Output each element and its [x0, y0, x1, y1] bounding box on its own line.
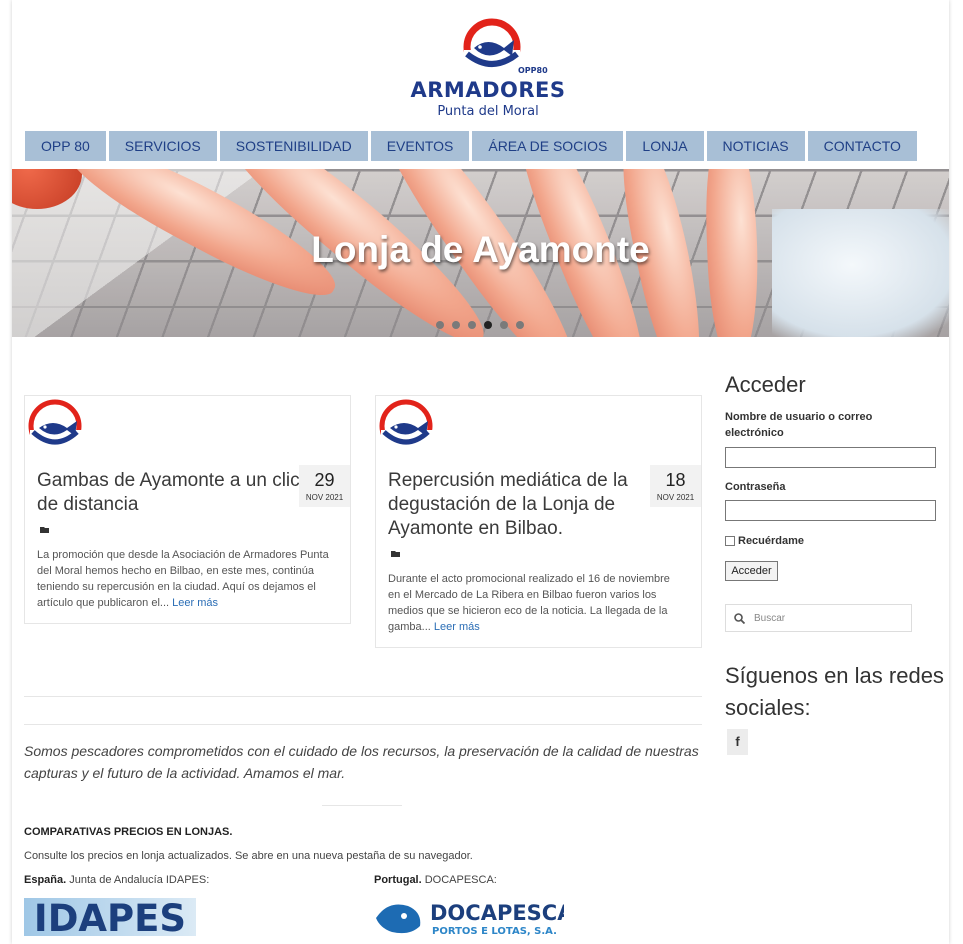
- username-label-line: electrónico: [725, 427, 784, 439]
- idapes-logo-text: IDAPES: [34, 898, 186, 936]
- post-excerpt-line: teniendo su repercusión en la ciudad. Aq…: [37, 581, 316, 593]
- post-date-month: NOV 2021: [656, 493, 695, 502]
- post-excerpt-text: artículo que publicaron el...: [37, 597, 170, 609]
- nav-item-noticias[interactable]: NOTICIAS: [706, 131, 805, 161]
- post-card: Gambas de Ayamonte a un clic de distanci…: [24, 395, 351, 624]
- password-label: Contraseña: [725, 481, 786, 493]
- logo-sub-text: Punta del Moral: [437, 104, 539, 119]
- slider-dot[interactable]: [500, 321, 508, 329]
- nav-item-opp80[interactable]: OPP 80: [25, 131, 106, 161]
- nav-item-eventos[interactable]: EVENTOS: [370, 131, 470, 161]
- social-title: Síguenos en las redes sociales:: [725, 660, 944, 724]
- divider: [24, 724, 702, 725]
- post-date: 18 NOV 2021: [650, 465, 701, 507]
- post-title-line[interactable]: Repercusión mediática de la: [388, 469, 628, 493]
- portugal-source-label: Portugal. DOCAPESCA:: [374, 874, 497, 886]
- post-card: Repercusión mediática de la degustación …: [375, 395, 702, 648]
- nav-item-area-socios[interactable]: ÁREA DE SOCIOS: [472, 131, 624, 161]
- remember-me[interactable]: Recuérdame: [725, 535, 804, 547]
- tagline-line: capturas y el futuro de la actividad. Am…: [24, 765, 346, 781]
- search-placeholder: Buscar: [754, 613, 786, 624]
- post-title-line[interactable]: de distancia: [37, 493, 300, 517]
- login-button[interactable]: Acceder: [725, 561, 778, 581]
- nav-item-servicios[interactable]: SERVICIOS: [108, 131, 217, 161]
- remember-label: Recuérdame: [738, 535, 805, 547]
- post-date-day: 29: [314, 470, 335, 490]
- tagline-line: Somos pescadores comprometidos con el cu…: [24, 743, 699, 759]
- post-title[interactable]: Repercusión mediática de la degustación …: [388, 469, 628, 541]
- post-title-line[interactable]: Gambas de Ayamonte a un clic: [37, 469, 300, 493]
- slider-dot[interactable]: [468, 321, 476, 329]
- nav-item-lonja[interactable]: LONJA: [626, 131, 704, 161]
- slider-dot[interactable]: [452, 321, 460, 329]
- folder-icon: [391, 551, 400, 557]
- docapesca-sub-text: PORTOS E LOTAS, S.A.: [432, 926, 557, 937]
- logo-opp-text: OPP80: [518, 66, 548, 75]
- docapesca-logo[interactable]: DOCAPESCA PORTOS E LOTAS, S.A.: [374, 898, 564, 938]
- post-excerpt-line: La promoción que desde la Asociación de …: [37, 549, 329, 561]
- social-title-line: sociales:: [725, 695, 811, 720]
- hero-slider[interactable]: Lonja de Ayamonte: [12, 169, 949, 337]
- spain-source-label: España. Junta de Andalucía IDAPES:: [24, 874, 209, 886]
- spain-label-bold: España.: [24, 874, 67, 886]
- post-excerpt-text: gamba...: [388, 621, 431, 633]
- facebook-icon[interactable]: f: [727, 729, 748, 755]
- nav-item-sostenibilidad[interactable]: SOSTENIBILIDAD: [219, 131, 368, 161]
- slider-dot[interactable]: [436, 321, 444, 329]
- remember-checkbox[interactable]: [725, 536, 735, 546]
- post-excerpt: La promoción que desde la Asociación de …: [37, 547, 329, 611]
- login-title: Acceder: [725, 372, 806, 397]
- spain-label-rest: Junta de Andalucía IDAPES:: [66, 874, 210, 886]
- post-thumbnail-logo-icon[interactable]: [378, 398, 436, 456]
- portugal-label-bold: Portugal.: [374, 874, 422, 886]
- comparativas-heading: COMPARATIVAS PRECIOS EN LONJAS.: [24, 826, 233, 838]
- post-date: 29 NOV 2021: [299, 465, 350, 507]
- search-input[interactable]: Buscar: [725, 604, 912, 632]
- divider-short: [322, 805, 402, 806]
- post-title-line[interactable]: Ayamonte en Bilbao.: [388, 517, 628, 541]
- post-excerpt-line: del Moral hemos hecho en Bilbao, en este…: [37, 565, 314, 577]
- username-label-line: Nombre de usuario o correo: [725, 411, 873, 423]
- slider-title: Lonja de Ayamonte: [311, 229, 650, 270]
- docapesca-logo-text: DOCAPESCA: [430, 901, 564, 925]
- divider: [24, 696, 702, 697]
- post-excerpt-line: gamba... Leer más: [388, 619, 670, 635]
- post-excerpt-line: Durante el acto promocional realizado el…: [388, 573, 670, 585]
- post-excerpt-line: medios que se hicieron eco de la noticia…: [388, 605, 668, 617]
- post-excerpt-line: en el Mercado de La Ribera en Bilbao fue…: [388, 589, 657, 601]
- nav-item-contacto[interactable]: CONTACTO: [807, 131, 917, 161]
- read-more-link[interactable]: Leer más: [434, 621, 480, 633]
- comparativas-text: Consulte los precios en lonja actualizad…: [24, 850, 473, 862]
- page: OPP80 ARMADORES Punta del Moral OPP 80 S…: [12, 0, 949, 944]
- search-icon: [734, 613, 745, 624]
- site-logo[interactable]: OPP80 ARMADORES Punta del Moral: [404, 14, 572, 124]
- folder-icon: [40, 527, 49, 533]
- username-label: Nombre de usuario o correo electrónico: [725, 409, 872, 441]
- post-excerpt: Durante el acto promocional realizado el…: [388, 571, 670, 635]
- post-date-day: 18: [665, 470, 686, 490]
- post-thumbnail-logo-icon[interactable]: [27, 398, 85, 456]
- read-more-link[interactable]: Leer más: [172, 597, 218, 609]
- portugal-label-rest: DOCAPESCA:: [421, 874, 497, 886]
- username-field[interactable]: [725, 447, 936, 468]
- slider-dot[interactable]: [516, 321, 524, 329]
- password-field[interactable]: [725, 500, 936, 521]
- main-nav: OPP 80 SERVICIOS SOSTENIBILIDAD EVENTOS …: [25, 131, 917, 161]
- post-date-month: NOV 2021: [305, 493, 344, 502]
- tagline: Somos pescadores comprometidos con el cu…: [24, 740, 704, 784]
- logo-main-text: ARMADORES: [410, 78, 566, 102]
- post-excerpt-line: artículo que publicaron el... Leer más: [37, 595, 329, 611]
- post-title-line[interactable]: degustación de la Lonja de: [388, 493, 628, 517]
- slider-dot-active[interactable]: [484, 321, 492, 329]
- idapes-logo[interactable]: IDAPES: [24, 898, 196, 936]
- social-title-line: Síguenos en las redes: [725, 663, 944, 688]
- post-title[interactable]: Gambas de Ayamonte a un clic de distanci…: [37, 469, 300, 517]
- slider-dots: [436, 321, 524, 329]
